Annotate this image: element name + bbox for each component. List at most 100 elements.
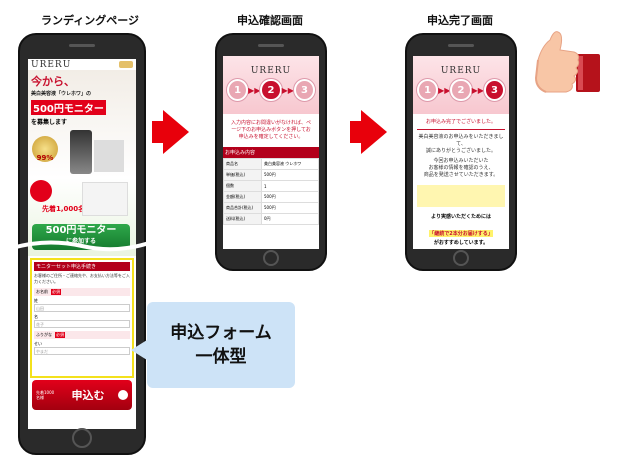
order-key: 金額(税込) (223, 191, 262, 203)
complete-line: お客様の情報を確認のうえ、 (428, 165, 494, 171)
complete-footer: より実感いただくためには 「継続で2本分お届けする」 がおすすめしています。 (413, 211, 509, 248)
lp-hero: 今から、 美白美容液「ウレホワ」の 500円モニター を募集します 99% (28, 70, 136, 178)
complete-steps: 1 ▶▶ 2 ▶▶ 3 (413, 77, 509, 103)
bubble-line-1: 申込フォーム (170, 323, 272, 343)
page-break-wave (12, 240, 152, 252)
lp-price: 500円モニター (31, 100, 106, 115)
order-key: 商品合計(税込) (223, 202, 262, 214)
speaker (258, 44, 284, 47)
complete-screen[interactable]: URERU 1 ▶▶ 2 ▶▶ 3 お申込み完了でございました。 美白美容液のお… (413, 56, 509, 249)
complete-headline: お申込み完了でございました。 (417, 114, 505, 130)
lp-headline2: 美白美容液「ウレホワ」の (31, 91, 92, 97)
order-row: 商品名 美白美容液 ウレホワ (223, 158, 319, 170)
label-landing-page: ランディングページ (40, 14, 139, 27)
footer-line-3: がおすすめしています。 (433, 240, 489, 246)
complete-line: 誠にありがとうございました。 (425, 148, 496, 154)
step-2: 2 (260, 79, 282, 101)
order-key: 商品名 (223, 158, 262, 170)
confirm-section-title: お申込み内容 (223, 147, 319, 158)
bubble-line-2: 一体型 (195, 347, 247, 367)
order-row: 送料(税込) 0円 (223, 213, 319, 225)
step-arrow-icon: ▶▶ (281, 85, 294, 95)
order-value: 500円 (261, 169, 319, 181)
footer-line-2: 「継続で2本分お届けする」 (429, 230, 493, 237)
complete-line: 美白美容液のお申込みをいただきまして、 (418, 134, 504, 147)
home-button (263, 250, 279, 266)
home-button (453, 250, 469, 266)
badge-99: 99% (32, 136, 58, 162)
bottom-apply-button[interactable]: 先着1000名様 申込む (32, 380, 132, 410)
order-value: 1 (261, 180, 319, 192)
arrow-circle-icon (118, 390, 128, 400)
mei-input[interactable]: 花子 (34, 320, 130, 328)
lp-header: URERU (28, 59, 136, 70)
flow-arrow-2 (361, 110, 387, 154)
order-row: 金額(税込) 500円 (223, 191, 319, 203)
award-icon (119, 61, 133, 68)
required-badge-kana: 必須 (55, 332, 65, 338)
flow-arrow-1-shaft (152, 121, 164, 143)
badge-99-text: 99% (36, 154, 54, 162)
step-1: 1 (227, 79, 249, 101)
form-note: お客様のご住所・ご連絡先や、お支払い方法等をご入力ください。 (34, 273, 130, 284)
lp-headline1: 今から、 (31, 75, 75, 88)
lp-logo: URERU (31, 59, 72, 70)
flow-arrow-2-shaft (350, 121, 362, 143)
order-value: 500円 (261, 202, 319, 214)
flow-diagram: ランディングページ 申込確認画面 申込完了画面 URERU 今から、 美白美容液… (0, 0, 630, 465)
speaker (448, 44, 474, 47)
phone-complete: URERU 1 ▶▶ 2 ▶▶ 3 お申込み完了でございました。 美白美容液のお… (405, 33, 517, 271)
bubble-tail (131, 340, 147, 360)
footer-line-1: より実感いただくためには (431, 214, 491, 220)
sei-input[interactable]: 山田 (34, 304, 130, 312)
order-row: 個数 1 (223, 180, 319, 192)
order-row: 商品合計(税込) 500円 (223, 202, 319, 214)
confirm-header: URERU 1 ▶▶ 2 ▶▶ 3 (223, 56, 319, 114)
label-complete-page: 申込完了画面 (427, 14, 493, 27)
product-set-image (82, 182, 128, 216)
phone-confirm: URERU 1 ▶▶ 2 ▶▶ 3 入力内容にお間違いがなければ、ページ下のお申… (215, 33, 327, 271)
field-kana-header: ふりがな 必須 (34, 331, 130, 339)
step-2: 2 (450, 79, 472, 101)
order-value: 0円 (261, 213, 319, 225)
speaker (69, 44, 95, 47)
product-box-image (94, 140, 124, 172)
step-arrow-icon: ▶▶ (438, 85, 451, 95)
bottom-badge: 先着1000名様 (36, 390, 55, 400)
lp-form: モニターセット申込手続き お客様のご住所・ご連絡先や、お支払い方法等をご入力くだ… (30, 258, 134, 378)
bottom-cta-label: 申込む (71, 389, 105, 402)
step-arrow-icon: ▶▶ (248, 85, 261, 95)
complete-logo: URERU (440, 66, 482, 76)
product-bottle-image (70, 130, 92, 174)
kana-input[interactable]: やまだ (34, 347, 130, 355)
step-1: 1 (417, 79, 439, 101)
confirm-logo: URERU (250, 66, 292, 76)
cta-price: 500円モニター (45, 225, 117, 236)
confirm-screen[interactable]: URERU 1 ▶▶ 2 ▶▶ 3 入力内容にお間違いがなければ、ページ下のお申… (223, 56, 319, 249)
order-row: 単価(税込) 500円 (223, 169, 319, 181)
complete-line: 商品を発送させていただきます。 (423, 172, 499, 178)
step-3: 3 (483, 79, 505, 101)
field-name-header: お名前 必須 (34, 288, 130, 296)
required-badge: 必須 (51, 289, 61, 295)
step-arrow-icon: ▶▶ (471, 85, 484, 95)
home-button (72, 428, 92, 448)
confirm-steps: 1 ▶▶ 2 ▶▶ 3 (223, 77, 319, 103)
step-3: 3 (293, 79, 315, 101)
order-key: 個数 (223, 180, 262, 192)
field-kana-label: ふりがな (36, 332, 52, 337)
order-value: 美白美容液 ウレホワ (261, 158, 319, 170)
complete-body: 美白美容液のお申込みをいただきまして、 誠にありがとうございました。 今回お申込… (413, 130, 509, 211)
confirm-message: 入力内容にお間違いがなければ、ページ下のお申込みボタンを押してお申込みを確定して… (230, 120, 311, 140)
form-title: モニターセット申込手続き (34, 262, 130, 271)
order-key: 単価(税込) (223, 169, 262, 181)
label-confirm-page: 申込確認画面 (237, 14, 303, 27)
highlight-block (417, 185, 505, 207)
complete-header: URERU 1 ▶▶ 2 ▶▶ 3 (413, 56, 509, 114)
order-value: 500円 (261, 191, 319, 203)
complete-line: 今回お申込みいただいた (433, 158, 489, 164)
callout-bubble: 申込フォーム 一体型 (147, 302, 295, 388)
flow-arrow-1 (163, 110, 189, 154)
field-name-label: お名前 (36, 289, 48, 294)
campaign-badge-icon (30, 180, 52, 202)
